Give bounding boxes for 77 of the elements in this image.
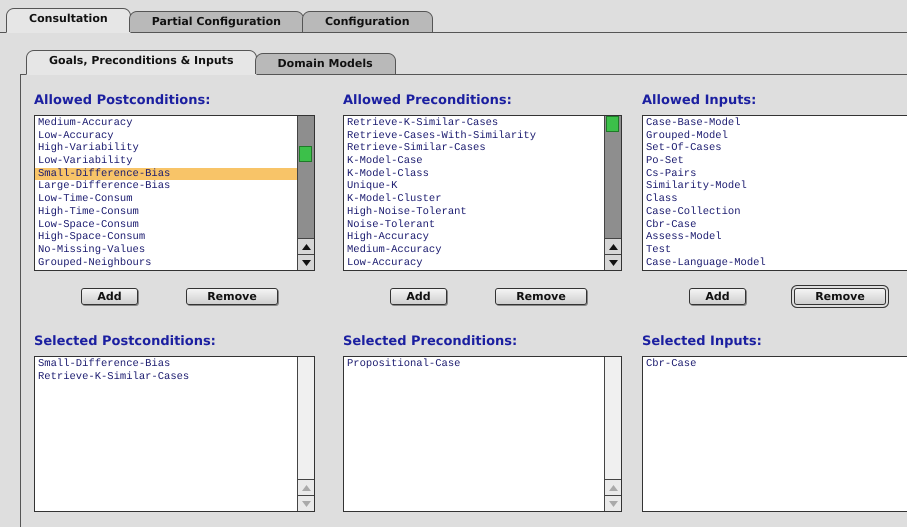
list-box[interactable]: Cbr-Case bbox=[642, 356, 907, 512]
list-box[interactable]: Small-Difference-Bias Retrieve-K-Similar-Cases bbox=[34, 356, 315, 512]
list-heading: Selected Preconditions: bbox=[343, 334, 518, 351]
list-item[interactable]: Po-Set bbox=[643, 155, 907, 168]
tab[interactable]: Configuration bbox=[302, 11, 433, 32]
list-box[interactable] bbox=[343, 115, 622, 271]
list-item[interactable]: Assess-Model bbox=[643, 231, 907, 244]
list-item[interactable]: Low-Space-Consum bbox=[35, 218, 297, 232]
list-item[interactable]: High-Variability bbox=[35, 142, 297, 156]
list-item[interactable]: High-Noise-Tolerant bbox=[344, 206, 604, 218]
scrollbar[interactable] bbox=[604, 357, 621, 511]
list-item[interactable]: High-Space-Consum bbox=[35, 231, 297, 244]
add-button[interactable]: Add bbox=[81, 288, 138, 305]
list-item[interactable]: Retrieve-K-Similar-Cases bbox=[35, 370, 297, 384]
list-item[interactable]: Cbr-Case bbox=[643, 358, 907, 371]
list-box[interactable]: Case-Base-Model Grouped-Model Set-Of-Cases Po-Set Cs-Pairs Similarity-Model Class Case-Collection Cbr-Case Assess-Model Test Case-Language-Model bbox=[642, 115, 907, 271]
scroll-thumb[interactable] bbox=[606, 116, 619, 132]
list-item[interactable]: Cs-Pairs bbox=[643, 168, 907, 180]
list-heading: Selected Postconditions: bbox=[34, 334, 217, 351]
list-item[interactable]: Low-Accuracy bbox=[344, 256, 604, 270]
tab[interactable]: Goals, Preconditions & Inputs bbox=[26, 50, 256, 75]
remove-button[interactable]: Remove bbox=[186, 288, 278, 305]
list-item[interactable]: Grouped-Model bbox=[643, 130, 907, 142]
list-item[interactable]: Propositional-Case bbox=[344, 358, 604, 371]
list-item[interactable]: Cbr-Case bbox=[643, 218, 907, 232]
list-item[interactable]: Small-Difference-Bias bbox=[35, 168, 297, 180]
list-item[interactable]: Retrieve-K-Similar-Cases bbox=[344, 117, 604, 130]
list-item[interactable]: K-Model-Cluster bbox=[344, 193, 604, 206]
remove-button[interactable]: Remove bbox=[495, 288, 587, 305]
remove-button[interactable]: Remove bbox=[794, 288, 886, 305]
list-item[interactable]: High-Accuracy bbox=[344, 231, 604, 244]
list-heading: Allowed Inputs: bbox=[642, 93, 758, 110]
scroll-down-icon[interactable] bbox=[605, 495, 621, 511]
list-item[interactable]: Retrieve-Similar-Cases bbox=[344, 142, 604, 156]
list-item[interactable]: Medium-Accuracy bbox=[35, 117, 297, 130]
list-item[interactable]: Case-Base-Model bbox=[643, 117, 907, 130]
scroll-down-icon[interactable] bbox=[605, 254, 621, 270]
list-item[interactable]: Case-Collection bbox=[643, 206, 907, 218]
list-item[interactable]: No-Missing-Values bbox=[35, 244, 297, 257]
list-item[interactable]: Medium-Accuracy bbox=[344, 244, 604, 257]
scroll-up-icon[interactable] bbox=[605, 238, 621, 254]
scroll-up-icon[interactable] bbox=[298, 238, 314, 254]
add-button[interactable]: Add bbox=[390, 288, 447, 305]
list-item[interactable]: Small-Difference-Bias bbox=[35, 358, 297, 371]
scroll-down-icon[interactable] bbox=[298, 254, 314, 270]
scroll-thumb[interactable] bbox=[299, 146, 312, 162]
list-item[interactable]: Case-Language-Model bbox=[643, 256, 907, 270]
list-item[interactable]: High-Time-Consum bbox=[35, 206, 297, 218]
list-box[interactable] bbox=[34, 115, 315, 271]
tab[interactable]: Domain Models bbox=[254, 53, 396, 74]
tab[interactable]: Partial Configuration bbox=[128, 11, 304, 32]
list-item[interactable]: Unique-K bbox=[344, 180, 604, 194]
list-item[interactable]: Low-Time-Consum bbox=[35, 193, 297, 206]
scrollbar[interactable] bbox=[297, 116, 314, 270]
list-item[interactable]: Low-Accuracy bbox=[35, 130, 297, 142]
scroll-up-icon[interactable] bbox=[298, 479, 314, 495]
list-item[interactable]: Class bbox=[643, 193, 907, 206]
scrollbar[interactable] bbox=[297, 357, 314, 511]
list-item[interactable]: Test bbox=[643, 244, 907, 257]
list-heading: Selected Inputs: bbox=[642, 334, 763, 351]
list-item[interactable]: K-Model-Case bbox=[344, 155, 604, 168]
list-heading: Allowed Postconditions: bbox=[34, 93, 212, 110]
list-item[interactable]: Retrieve-Cases-With-Similarity bbox=[344, 130, 604, 142]
tab[interactable]: Consultation bbox=[6, 8, 131, 33]
add-button[interactable]: Add bbox=[689, 288, 746, 305]
list-item[interactable]: Noise-Tolerant bbox=[344, 218, 604, 232]
list-item[interactable]: Set-Of-Cases bbox=[643, 142, 907, 156]
list-box[interactable]: Propositional-Case bbox=[343, 356, 622, 512]
list-item[interactable]: Low-Variability bbox=[35, 155, 297, 168]
list-item[interactable]: Similarity-Model bbox=[643, 180, 907, 194]
scroll-up-icon[interactable] bbox=[605, 479, 621, 495]
scroll-down-icon[interactable] bbox=[298, 495, 314, 511]
list-item[interactable]: Grouped-Neighbours bbox=[35, 256, 297, 270]
list-item[interactable]: Large-Difference-Bias bbox=[35, 180, 297, 194]
list-heading: Allowed Preconditions: bbox=[343, 93, 513, 110]
scrollbar[interactable] bbox=[604, 116, 621, 270]
list-item[interactable]: K-Model-Class bbox=[344, 168, 604, 180]
